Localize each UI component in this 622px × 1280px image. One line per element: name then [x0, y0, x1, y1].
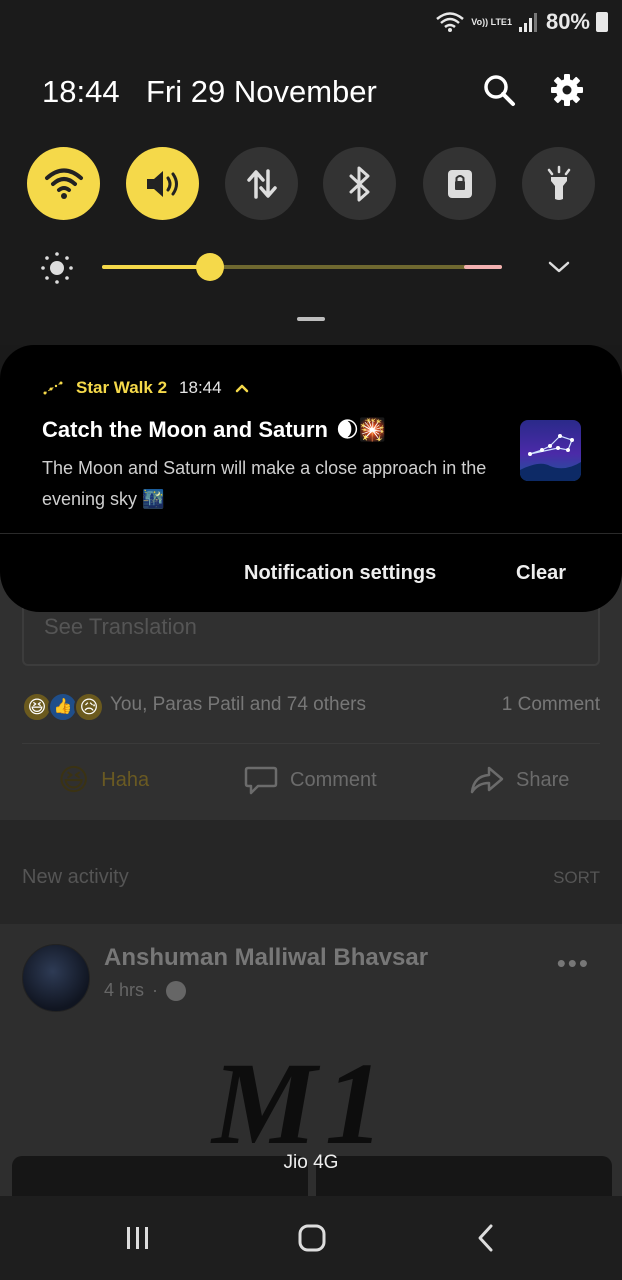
- star-walk-app-icon: [43, 381, 63, 395]
- lock-icon: [447, 169, 472, 198]
- comment-button[interactable]: Comment: [244, 760, 377, 800]
- new-activity-header: New activity SORT: [0, 820, 622, 924]
- carrier-label: Jio 4G: [283, 1152, 339, 1173]
- search-icon[interactable]: [481, 72, 517, 108]
- settings-gear-icon[interactable]: [549, 72, 585, 108]
- haha-button[interactable]: 😆 Haha: [58, 760, 149, 800]
- notification-app-name: Star Walk 2: [76, 378, 168, 397]
- post-author[interactable]: Anshuman Malliwal Bhavsar: [104, 944, 428, 972]
- avatar[interactable]: [22, 944, 90, 1012]
- notification-title-text: Catch the Moon and Saturn: [42, 417, 328, 442]
- globe-icon: [166, 980, 187, 1001]
- bluetooth-toggle[interactable]: [323, 147, 396, 220]
- sad-reaction-icon: 😥: [74, 692, 104, 722]
- brightness-icon: [41, 252, 73, 284]
- signal-icon: [518, 13, 537, 32]
- share-button[interactable]: Share: [470, 760, 569, 800]
- notification-body-text: The Moon and Saturn will make a close ap…: [42, 458, 487, 509]
- share-icon: [470, 766, 504, 794]
- wifi-icon: [44, 168, 83, 199]
- divider: [0, 533, 622, 534]
- notification-thumbnail: [520, 420, 581, 481]
- notification-title-emoji: 🌒🎇: [336, 417, 387, 442]
- post-actions: 😆 Haha Comment Share: [0, 750, 622, 810]
- reaction-emojis: 😆 👍 😥: [22, 692, 108, 722]
- clock[interactable]: 18:44: [42, 74, 120, 110]
- back-button[interactable]: [466, 1222, 506, 1254]
- brightness-slider[interactable]: [102, 253, 502, 281]
- flashlight-toggle[interactable]: [522, 147, 595, 220]
- notification-settings-button[interactable]: Notification settings: [244, 562, 436, 585]
- share-label: Share: [516, 768, 570, 791]
- haha-icon: 😆: [58, 763, 90, 797]
- wifi-status-icon: [436, 12, 465, 32]
- post-time: 4 hrs: [104, 980, 145, 1000]
- mobile-data-toggle[interactable]: [225, 147, 298, 220]
- brightness-thumb[interactable]: [196, 253, 224, 281]
- divider: [22, 743, 600, 744]
- brightness-high-zone: [464, 265, 502, 269]
- constellation-icon: [520, 434, 581, 481]
- see-translation-label: See Translation: [44, 614, 197, 639]
- date[interactable]: Fri 29 November: [146, 74, 377, 110]
- navigation-bar: [0, 1196, 622, 1280]
- brightness-fill: [102, 265, 210, 269]
- reactions-summary: You, Paras Patil and 74 others: [110, 694, 366, 715]
- recent-apps-button[interactable]: [118, 1222, 158, 1254]
- quick-settings-panel: Vo)) LTE1 80% 18:44 Fri 29 November: [0, 0, 622, 345]
- screen-lock-toggle[interactable]: [423, 147, 496, 220]
- home-icon: [298, 1224, 326, 1252]
- quick-toggles: [0, 147, 622, 221]
- notification-card[interactable]: Star Walk 2 18:44 Catch the Moon and Sat…: [0, 345, 622, 612]
- sound-toggle[interactable]: [126, 147, 199, 220]
- new-activity-label: New activity: [22, 866, 129, 888]
- comments-count[interactable]: 1 Comment: [502, 694, 600, 716]
- post-meta: 4 hrs ·: [104, 980, 187, 1001]
- chevron-up-icon[interactable]: [234, 382, 250, 394]
- battery-icon: [596, 12, 608, 32]
- battery-percentage: 80%: [545, 9, 590, 34]
- sort-button[interactable]: SORT: [553, 868, 600, 888]
- speaker-icon: [146, 170, 178, 197]
- haha-label: Haha: [101, 768, 150, 791]
- flashlight-icon: [547, 165, 570, 200]
- status-bar: Vo)) LTE1 80%: [435, 8, 608, 36]
- notification-body-emoji: 🌃: [142, 489, 165, 509]
- recents-icon: [127, 1227, 148, 1249]
- home-button[interactable]: [292, 1222, 332, 1254]
- clear-button[interactable]: Clear: [516, 562, 566, 585]
- comment-label: Comment: [290, 768, 377, 791]
- notification-title: Catch the Moon and Saturn 🌒🎇: [42, 417, 386, 443]
- separator-dot: ·: [152, 980, 159, 1000]
- notification-time: 18:44: [179, 378, 222, 397]
- comment-icon: [244, 766, 278, 795]
- wifi-toggle[interactable]: [27, 147, 100, 220]
- reactions-row[interactable]: 😆 👍 😥 You, Paras Patil and 74 others 1 C…: [22, 688, 600, 728]
- back-icon: [478, 1224, 493, 1252]
- panel-drag-handle[interactable]: [297, 317, 325, 321]
- more-options-icon[interactable]: •••: [557, 948, 590, 979]
- data-transfer-icon: [246, 168, 277, 199]
- network-type-label: Vo)) LTE1: [471, 16, 512, 27]
- bluetooth-icon: [349, 166, 369, 201]
- chevron-down-icon[interactable]: [546, 257, 572, 277]
- notification-body: The Moon and Saturn will make a close ap…: [42, 453, 502, 515]
- notification-header: Star Walk 2 18:44: [42, 377, 250, 399]
- brightness-control: [0, 245, 622, 289]
